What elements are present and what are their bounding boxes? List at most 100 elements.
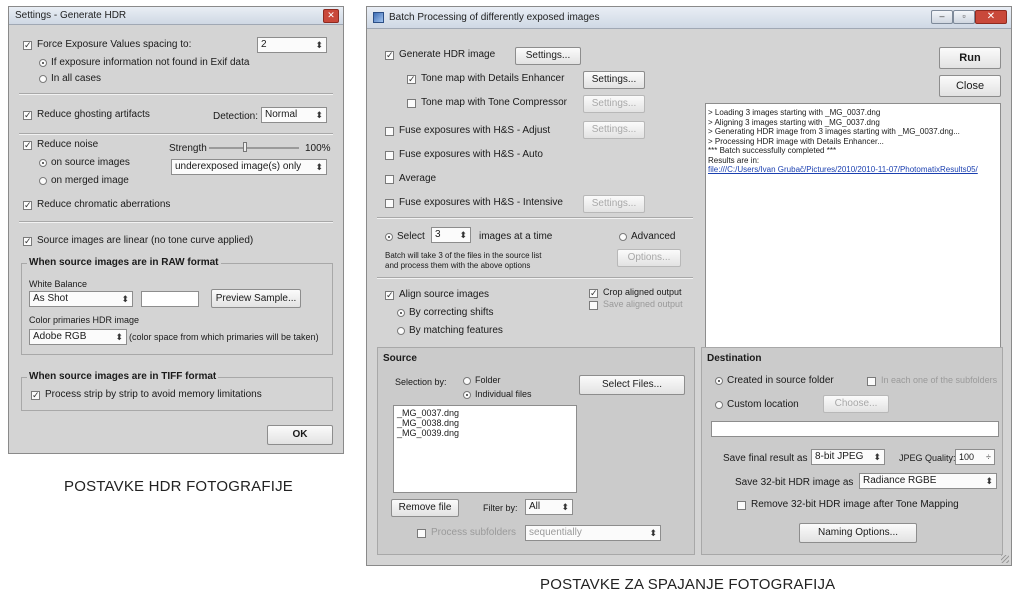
list-item[interactable]: _MG_0037.dng [397,408,573,418]
by-shifts-radio[interactable] [397,309,405,317]
tone-compressor-checkbox[interactable] [407,99,416,108]
on-merged-radio[interactable] [39,177,47,185]
strip-label: Process strip by strip to avoid memory l… [45,389,262,400]
by-shifts-label: By correcting shifts [409,307,494,318]
by-features-radio[interactable] [397,327,405,335]
log-line: > Generating HDR image from 3 images sta… [708,127,960,136]
left-caption: POSTAVKE HDR FOTOGRAFIJE [64,478,293,495]
source-title: Source [383,353,417,364]
white-balance-field[interactable] [141,291,199,307]
generate-hdr-checkbox[interactable]: ✓ [385,51,394,60]
window-title: Settings - Generate HDR [15,10,127,21]
advanced-label: Advanced [631,231,676,242]
folder-radio[interactable] [463,377,471,385]
close-icon[interactable]: ✕ [975,10,1007,24]
save-final-select[interactable]: 8-bit JPEG ⬍ [811,449,885,465]
reduce-noise-checkbox[interactable]: ✓ [23,141,32,150]
average-checkbox[interactable] [385,175,394,184]
if-exif-radio[interactable] [39,59,47,67]
ok-button[interactable]: OK [267,425,333,445]
log-output[interactable]: > Loading 3 images starting with _MG_003… [705,103,1001,349]
white-balance-label: White Balance [29,279,88,289]
align-checkbox[interactable]: ✓ [385,291,394,300]
custom-location-label: Custom location [727,399,799,410]
custom-location-radio[interactable] [715,401,723,409]
settings-generate-hdr-window: Settings - Generate HDR ✕ ✓ Force Exposu… [8,6,344,454]
fuse-intensive-checkbox[interactable] [385,199,394,208]
ghosting-checkbox[interactable]: ✓ [23,111,32,120]
fuse-auto-checkbox[interactable] [385,151,394,160]
folder-label: Folder [475,375,501,385]
advanced-radio[interactable] [619,233,627,241]
file-list[interactable]: _MG_0037.dng _MG_0038.dng _MG_0039.dng [393,405,577,493]
close-icon[interactable]: ✕ [323,9,339,23]
save-32-select[interactable]: Radiance RGBE ⬍ [859,473,997,489]
compressor-settings-button[interactable]: Settings... [583,95,645,113]
individual-files-radio[interactable] [463,391,471,399]
run-button[interactable]: Run [939,47,1001,69]
fuse-adjust-settings-button[interactable]: Settings... [583,121,645,139]
remove-file-button[interactable]: Remove file [391,499,459,517]
individual-files-label: Individual files [475,389,532,399]
filter-select[interactable]: All ⬍ [525,499,573,515]
chevron-down-icon: ⬍ [459,230,467,240]
close-button[interactable]: Close [939,75,1001,97]
log-line: > Loading 3 images starting with _MG_003… [708,108,881,117]
hdr-settings-button[interactable]: Settings... [515,47,581,65]
minimize-icon[interactable]: – [931,10,953,24]
jpeg-quality-stepper[interactable]: 100 ÷ [955,449,995,465]
fuse-adjust-checkbox[interactable] [385,127,394,136]
sequentially-select[interactable]: sequentially ⬍ [525,525,661,541]
chromatic-checkbox[interactable]: ✓ [23,201,32,210]
select-count-select[interactable]: 3 ⬍ [431,227,471,243]
noise-target-select[interactable]: underexposed image(s) only ⬍ [171,159,327,175]
divider [19,93,333,95]
divider [19,133,333,135]
results-link[interactable]: file:///C:/Users/Ivan Grubač/Pictures/20… [708,165,998,175]
select-radio[interactable] [385,233,393,241]
detection-select[interactable]: Normal ⬍ [261,107,327,123]
list-item[interactable]: _MG_0038.dng [397,418,573,428]
chromatic-label: Reduce chromatic aberrations [37,199,171,210]
save-aligned-checkbox[interactable] [589,301,598,310]
choose-button[interactable]: Choose... [823,395,889,413]
naming-options-button[interactable]: Naming Options... [799,523,917,543]
log-line: > Processing HDR image with Details Enha… [708,136,884,146]
details-settings-button[interactable]: Settings... [583,71,645,89]
white-balance-select[interactable]: As Shot ⬍ [29,291,133,307]
list-item[interactable]: _MG_0039.dng [397,428,573,438]
created-in-source-label: Created in source folder [727,375,834,386]
stepper-icon[interactable]: ÷ [986,450,991,464]
resize-grip-icon[interactable] [1001,555,1009,563]
strip-checkbox[interactable]: ✓ [31,391,40,400]
chevron-down-icon: ⬍ [873,452,881,462]
fuse-intensive-settings-button[interactable]: Settings... [583,195,645,213]
strength-slider[interactable] [209,142,299,152]
crop-checkbox[interactable]: ✓ [589,289,598,298]
custom-location-field[interactable] [711,421,999,437]
reduce-noise-label: Reduce noise [37,139,99,150]
batch-processing-window: Batch Processing of differently exposed … [366,6,1012,566]
log-line: Results are in: [708,155,760,165]
linear-checkbox[interactable]: ✓ [23,237,32,246]
on-source-radio[interactable] [39,159,47,167]
maximize-icon[interactable]: ▫ [953,10,975,24]
force-ev-checkbox[interactable]: ✓ [23,41,32,50]
in-each-subfolder-checkbox[interactable] [867,377,876,386]
chevron-down-icon: ⬍ [315,40,323,50]
color-primaries-select[interactable]: Adobe RGB ⬍ [29,329,127,345]
remove-32-checkbox[interactable] [737,501,746,510]
select-files-button[interactable]: Select Files... [579,375,685,395]
chevron-down-icon: ⬍ [121,294,129,304]
divider [377,217,693,219]
created-in-source-radio[interactable] [715,377,723,385]
tone-details-checkbox[interactable]: ✓ [407,75,416,84]
options-button[interactable]: Options... [617,249,681,267]
slider-thumb[interactable] [243,142,247,152]
filter-by-label: Filter by: [483,503,518,513]
process-subfolders-checkbox[interactable] [417,529,426,538]
in-all-cases-radio[interactable] [39,75,47,83]
select-label: Select [397,231,425,242]
ev-spacing-select[interactable]: 2 ⬍ [257,37,327,53]
preview-sample-button[interactable]: Preview Sample... [211,289,301,308]
